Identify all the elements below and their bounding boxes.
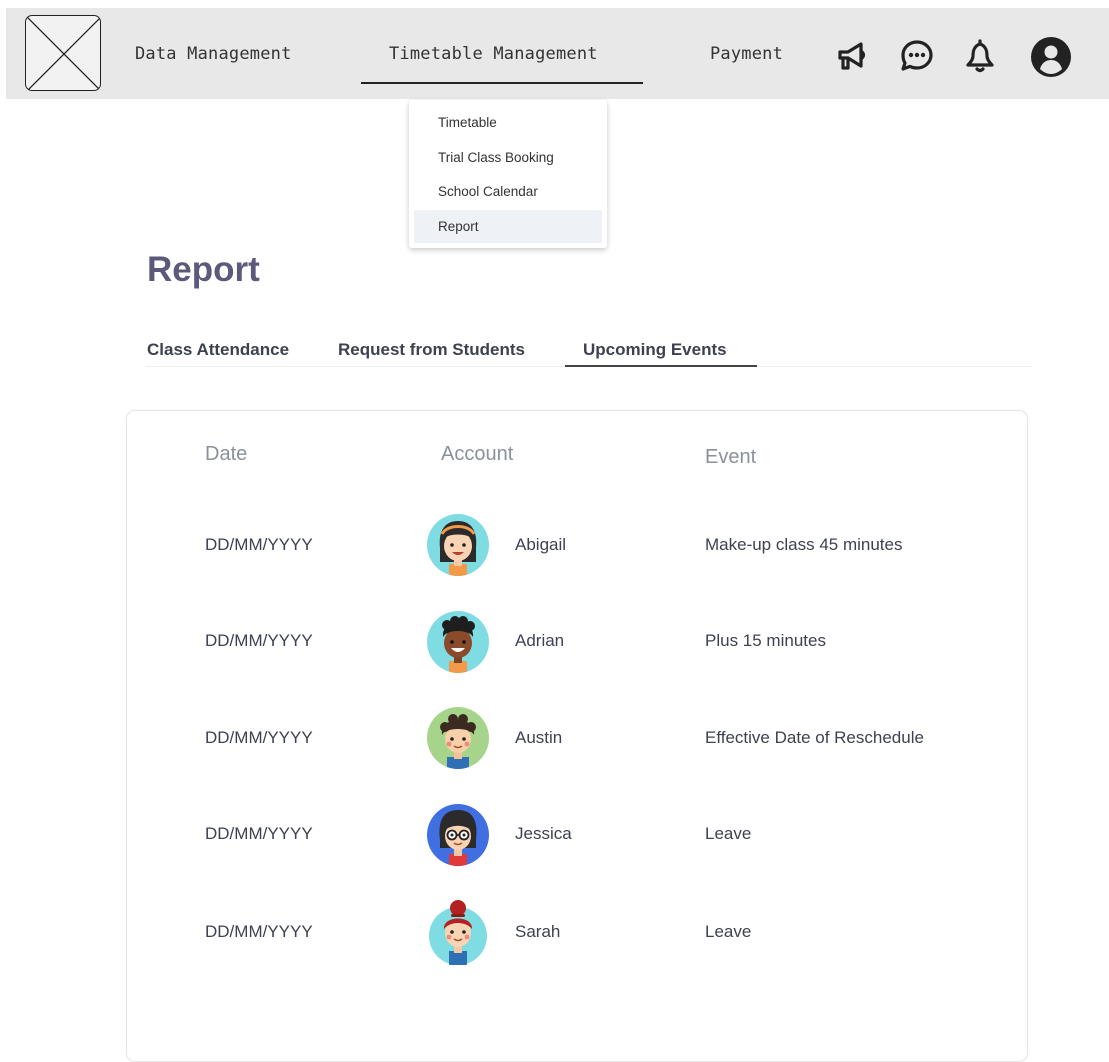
bell-icon[interactable]: [963, 38, 999, 74]
logo-placeholder[interactable]: [25, 15, 101, 91]
row-event: Effective Date of Reschedule: [705, 728, 924, 747]
chat-icon[interactable]: [899, 38, 935, 74]
tab-active-indicator: [565, 365, 757, 367]
row-date: DD/MM/YYYY: [205, 631, 313, 650]
row-event: Leave: [705, 824, 752, 843]
nav-payment[interactable]: Payment: [710, 44, 783, 64]
avatar-abigail: [427, 514, 489, 576]
image-placeholder-icon: [26, 16, 100, 90]
tab-upcoming-events[interactable]: Upcoming Events: [583, 340, 727, 360]
timetable-dropdown-menu: Timetable Trial Class Booking School Cal…: [409, 100, 607, 248]
megaphone-icon[interactable]: [834, 38, 870, 74]
page-title: Report: [147, 250, 260, 289]
column-header-event: Event: [705, 446, 757, 468]
row-account-name: Austin: [515, 728, 563, 747]
tab-class-attendance[interactable]: Class Attendance: [147, 340, 289, 360]
nav-active-indicator: [361, 82, 643, 84]
row-date: DD/MM/YYYY: [205, 922, 313, 941]
menu-item-school-calendar[interactable]: School Calendar: [414, 175, 602, 208]
row-account-name: Adrian: [515, 631, 565, 650]
row-date: DD/MM/YYYY: [205, 728, 313, 747]
row-date: DD/MM/YYYY: [205, 535, 313, 554]
menu-item-report[interactable]: Report: [414, 210, 602, 243]
menu-item-trial-class-booking[interactable]: Trial Class Booking: [414, 141, 602, 174]
row-account-name: Jessica: [515, 824, 572, 843]
tab-request-from-students[interactable]: Request from Students: [338, 340, 525, 360]
menu-item-timetable[interactable]: Timetable: [414, 106, 602, 139]
column-header-account: Account: [441, 443, 514, 465]
row-event: Plus 15 minutes: [705, 631, 826, 650]
nav-data-management[interactable]: Data Management: [135, 44, 292, 64]
row-account-name: Abigail: [515, 535, 567, 554]
row-account-name: Sarah: [515, 922, 561, 941]
avatar-austin: [427, 707, 489, 769]
avatar-adrian: [427, 611, 489, 673]
user-icon[interactable]: [1030, 36, 1072, 78]
avatar-jessica: [427, 804, 489, 866]
row-event: Make-up class 45 minutes: [705, 535, 903, 554]
avatar-sarah: [429, 900, 487, 965]
column-header-date: Date: [205, 443, 248, 465]
row-event: Leave: [705, 922, 752, 941]
row-date: DD/MM/YYYY: [205, 824, 313, 843]
nav-timetable-management[interactable]: Timetable Management: [389, 44, 598, 64]
